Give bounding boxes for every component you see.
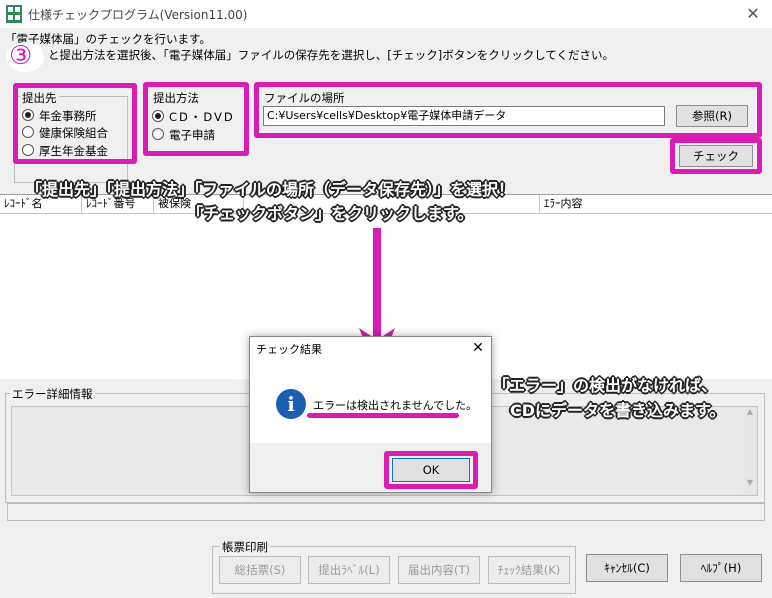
file-path-input[interactable]: C:¥Users¥cells¥Desktop¥電子媒体申請データ — [263, 106, 665, 126]
radio-kenpo-kumiai[interactable]: 健康保険組合 — [22, 125, 108, 141]
dialog-close-button[interactable]: ✕ — [468, 338, 488, 358]
radio-label: 年金事務所 — [39, 109, 97, 123]
cancel-button[interactable]: ｷｬﾝｾﾙ(C) — [586, 554, 668, 582]
print-check-result-button[interactable]: ﾁｪｯｸ結果(K) — [488, 556, 570, 584]
annotation-no-error: 「エラー」の検出がなければ、 — [493, 376, 718, 395]
dialog-footer: OK — [250, 443, 491, 492]
dialog-message: エラーは検出されませんでした。 — [313, 399, 478, 412]
radio-selected-icon — [152, 110, 164, 122]
scroll-down-icon[interactable]: ▼ — [743, 478, 757, 487]
submit-method-label: 提出方法 — [151, 90, 201, 106]
radio-selected-icon — [22, 109, 34, 121]
column-header-error[interactable]: ｴﾗｰ内容 — [540, 195, 772, 213]
browse-button[interactable]: 参照(R) — [676, 105, 748, 127]
radio-label: CD・DVD — [169, 110, 235, 124]
message-underline — [307, 413, 459, 418]
annotation-click-check: 「チェックボタン」をクリックします。 — [187, 204, 474, 223]
title-bar: 仕様チェックプログラム(Version11.00) ✕ — [0, 0, 772, 28]
annotation-write-cd: CDにデータを書き込みます。 — [510, 401, 726, 420]
check-button[interactable]: チェック — [679, 145, 753, 167]
radio-label: 電子申請 — [169, 128, 215, 142]
radio-kousei-kikin[interactable]: 厚生年金基金 — [22, 143, 108, 159]
print-label-button[interactable]: 提出ﾗﾍﾞﾙ(L) — [308, 556, 390, 584]
ok-button[interactable]: OK — [392, 458, 470, 482]
instruction-line-2: と提出方法を選択後、「電子媒体届」ファイルの保存先を選択し、[チェック]ボタンを… — [48, 48, 615, 62]
file-location-label: ファイルの場所 — [262, 90, 347, 106]
print-summary-button[interactable]: 総括票(S) — [219, 556, 301, 584]
app-icon — [6, 5, 22, 23]
window-close-button[interactable]: ✕ — [742, 3, 764, 25]
dialog-title: チェック結果 — [256, 343, 322, 356]
window-title: 仕様チェックプログラム(Version11.00) — [28, 8, 248, 22]
radio-icon — [22, 144, 34, 156]
radio-denshi-shinsei[interactable]: 電子申請 — [152, 127, 215, 143]
step-badge: ③ — [9, 41, 33, 71]
error-detail-scrollbar[interactable]: ▲ ▼ — [743, 407, 757, 495]
error-detail-label: エラー詳細情報 — [10, 386, 95, 402]
annotation-select: 「提出先」「提出方法」「ファイルの場所（データ保存先）」を選択！ — [26, 180, 515, 199]
scroll-up-icon[interactable]: ▲ — [743, 407, 757, 416]
info-icon: i — [276, 389, 306, 419]
print-label: 帳票印刷 — [220, 539, 270, 555]
print-contents-button[interactable]: 届出内容(T) — [398, 556, 480, 584]
radio-label: 厚生年金基金 — [39, 144, 108, 158]
status-bar — [7, 503, 765, 521]
radio-icon — [152, 128, 164, 140]
check-result-dialog: チェック結果 ✕ i エラーは検出されませんでした。 OK — [249, 336, 492, 493]
submit-to-label: 提出先 — [20, 90, 59, 106]
radio-nenkin-office[interactable]: 年金事務所 — [22, 108, 97, 124]
radio-label: 健康保険組合 — [39, 126, 108, 140]
help-button[interactable]: ﾍﾙﾌﾟ(H) — [680, 554, 762, 582]
radio-cd-dvd[interactable]: CD・DVD — [152, 109, 235, 125]
radio-icon — [22, 126, 34, 138]
